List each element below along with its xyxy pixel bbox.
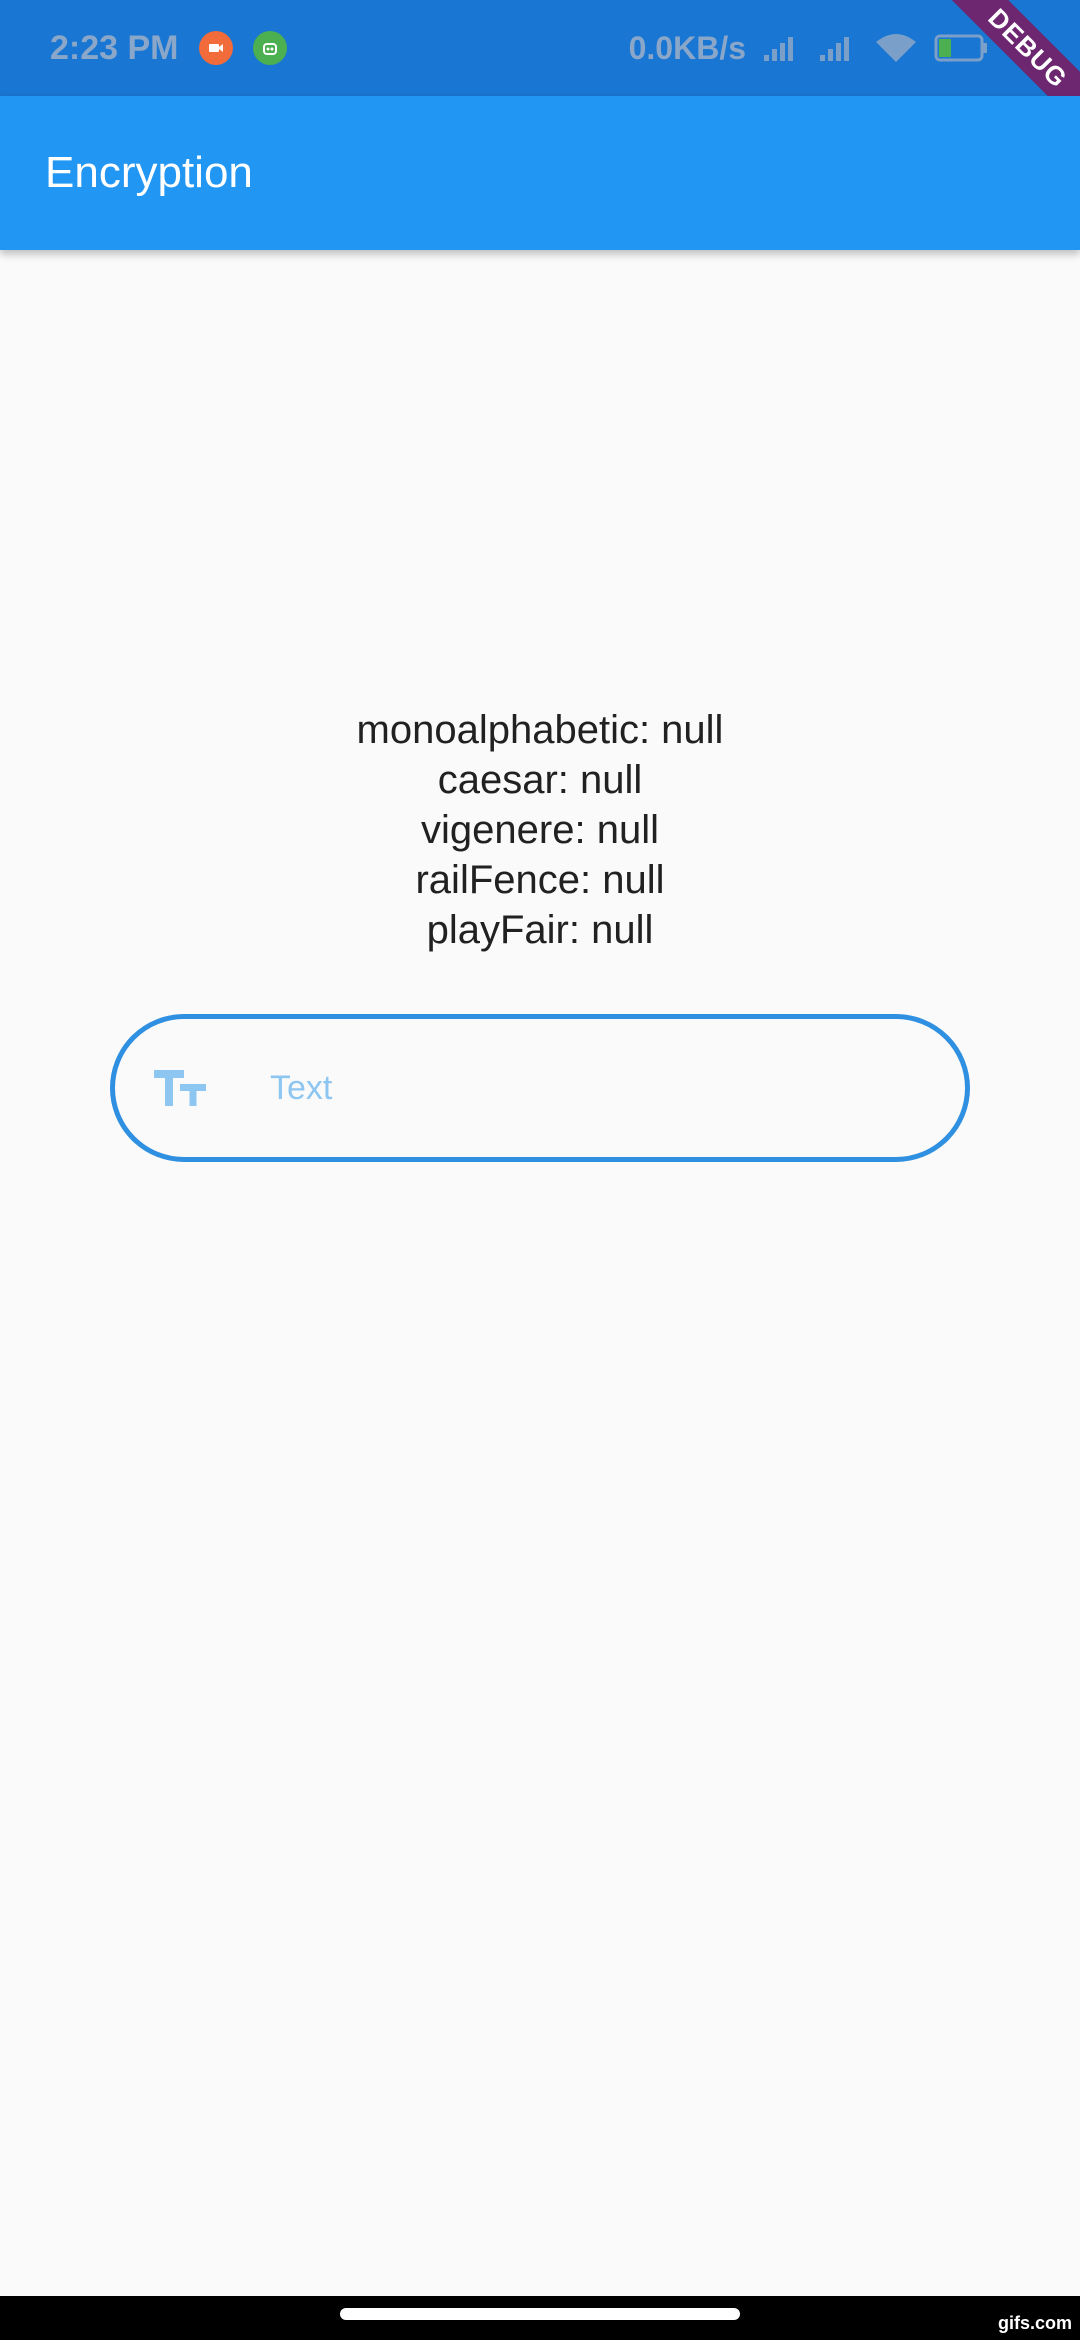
result-caesar: caesar: null: [437, 758, 643, 802]
text-fields-icon: [150, 1058, 210, 1118]
signal-icon: [762, 33, 802, 63]
navigation-bar: gifs.com: [0, 2296, 1080, 2340]
screen-record-icon: [198, 31, 233, 65]
signal-icon: [818, 33, 858, 63]
robot-icon: [252, 31, 287, 65]
watermark: gifs.com: [997, 2313, 1072, 2333]
app-bar: Encryption: [0, 96, 1080, 250]
app-title: Encryption: [45, 148, 253, 197]
status-bar: 2:23 PM 0.0KB/s: [0, 0, 1080, 96]
encryption-results: monoalphabetic: null caesar: null vigene…: [0, 705, 1080, 955]
status-left: 2:23 PM: [50, 29, 287, 68]
text-input[interactable]: [270, 1068, 870, 1108]
result-monoalphabetic: monoalphabetic: null: [356, 708, 724, 752]
wifi-icon: [874, 32, 918, 64]
result-vigenere: vigenere: null: [421, 808, 659, 852]
status-time: 2:23 PM: [50, 28, 179, 67]
home-indicator[interactable]: [340, 2308, 740, 2320]
result-railfence: railFence: null: [415, 858, 665, 902]
result-playfair: playFair: null: [426, 908, 654, 952]
net-speed: 0.0KB/s: [628, 29, 746, 66]
text-field[interactable]: [110, 1014, 970, 1162]
battery-icon: [934, 33, 990, 63]
status-right: 0.0KB/s: [629, 30, 990, 67]
